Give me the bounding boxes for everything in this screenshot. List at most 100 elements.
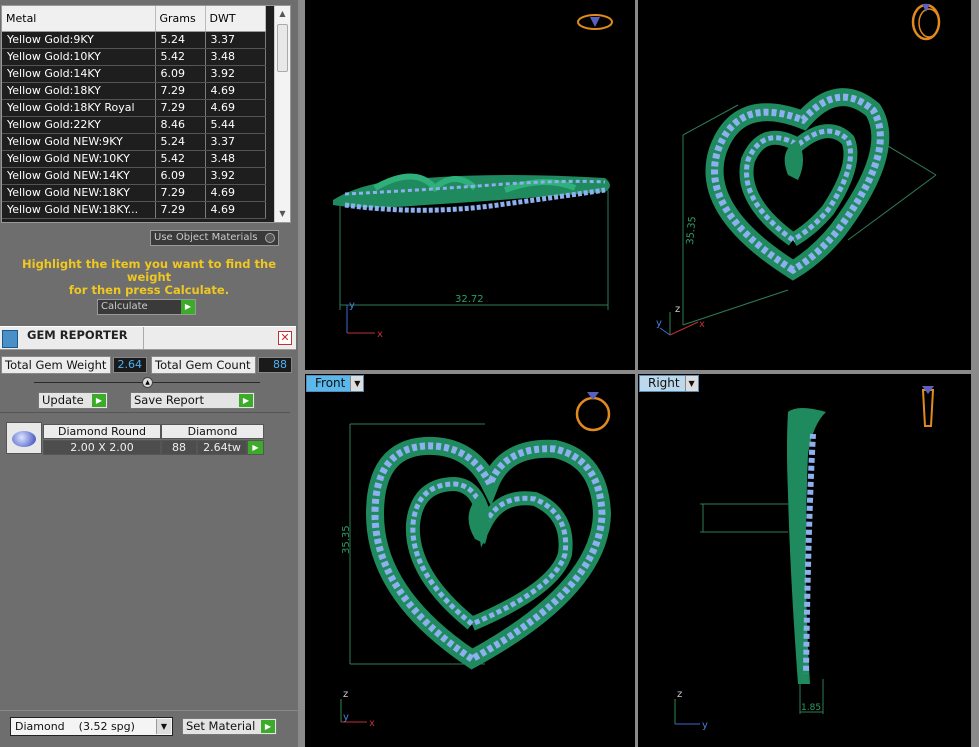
scroll-up-arrow-icon[interactable]: ▲ — [275, 6, 290, 22]
save-report-button[interactable]: Save Report ▶ — [130, 392, 255, 409]
gem-list: Diamond Round Diamond 2.00 X 2.00 88 2.6… — [0, 412, 290, 710]
header-divider — [143, 327, 144, 349]
metal-name-cell: Yellow Gold:18KY — [2, 82, 156, 100]
dwt-cell: 3.37 — [205, 31, 266, 49]
use-object-materials-toggle[interactable]: Use Object Materials — [150, 230, 279, 246]
view-label: Right — [648, 376, 680, 390]
grams-cell: 7.29 — [155, 99, 206, 117]
grams-cell: 7.29 — [155, 184, 206, 202]
view-label: Front — [315, 376, 346, 390]
table-row[interactable]: Yellow Gold:22KY 8.46 5.44 — [2, 116, 266, 134]
dwt-cell: 4.69 — [205, 201, 266, 219]
view-selector-right[interactable]: Right ▼ — [639, 375, 699, 392]
metal-name-cell: Yellow Gold NEW:9KY — [2, 133, 156, 151]
dimension-label: 1.85 — [801, 703, 821, 713]
total-gem-weight-value: 2.64 — [113, 357, 147, 373]
perspective-canvas: 35.35 z y x — [656, 3, 941, 336]
play-icon: ▶ — [92, 394, 106, 407]
table-scrollbar[interactable]: ▲ ▼ — [274, 6, 290, 222]
column-header-dwt[interactable]: DWT — [205, 6, 266, 32]
use-object-materials-label: Use Object Materials — [154, 232, 258, 243]
play-icon: ▶ — [261, 720, 275, 733]
column-header-grams[interactable]: Grams — [155, 6, 206, 32]
table-row[interactable]: Yellow Gold NEW:9KY 5.24 3.37 — [2, 133, 266, 151]
table-row[interactable]: Yellow Gold:14KY 6.09 3.92 — [2, 65, 266, 83]
dwt-cell: 5.44 — [205, 116, 266, 134]
instructions-text: Highlight the item you want to find the … — [0, 258, 298, 297]
dwt-cell: 3.48 — [205, 150, 266, 168]
axis-y-label: y — [343, 712, 349, 723]
ring-thumbnail-icon — [921, 386, 935, 427]
ring-thumbnail-icon — [575, 392, 611, 432]
grams-cell: 5.42 — [155, 150, 206, 168]
dwt-cell: 3.48 — [205, 48, 266, 66]
table-row[interactable]: Yellow Gold NEW:14KY 6.09 3.92 — [2, 167, 266, 185]
gem-weight: 2.64tw — [197, 440, 247, 455]
axis-triad-icon — [674, 699, 700, 725]
axis-x-label: x — [377, 329, 383, 340]
dwt-cell: 4.69 — [205, 82, 266, 100]
metal-name-cell: Yellow Gold:10KY — [2, 48, 156, 66]
axis-x-label: x — [369, 718, 375, 729]
viewport-area: 32.72 y x 35.35 z y x 35.35 z y x Front … — [298, 0, 979, 747]
material-select-spg: (3.52 spg) — [78, 720, 135, 733]
viewport-front[interactable]: 35.35 z y x Front ▼ — [305, 374, 635, 747]
dwt-cell: 3.92 — [205, 65, 266, 83]
save-report-label: Save Report — [134, 393, 205, 407]
play-icon[interactable]: ▶ — [247, 440, 264, 455]
table-row[interactable]: Yellow Gold NEW:18KY... 7.29 4.69 — [2, 201, 266, 219]
dwt-cell: 3.92 — [205, 167, 266, 185]
top-view-canvas: 32.72 y x — [333, 14, 613, 340]
set-material-button[interactable]: Set Material ▶ — [182, 718, 277, 735]
material-select[interactable]: Diamond (3.52 spg) ▼ — [10, 717, 173, 736]
grams-cell: 6.09 — [155, 167, 206, 185]
grams-cell: 6.09 — [155, 65, 206, 83]
radio-icon — [265, 233, 275, 243]
update-button[interactable]: Update ▶ — [38, 392, 108, 409]
metal-name-cell: Yellow Gold NEW:10KY — [2, 150, 156, 168]
play-icon: ▶ — [239, 394, 253, 407]
metal-name-cell: Yellow Gold NEW:18KY — [2, 184, 156, 202]
metal-weight-table: Metal Grams DWT Yellow Gold:9KY 5.24 3.37 Y… — [1, 5, 291, 223]
metal-name-cell: Yellow Gold NEW:14KY — [2, 167, 156, 185]
dimension-label: 32.72 — [455, 294, 484, 305]
front-view-canvas: 35.35 z y x — [340, 392, 612, 729]
table-row[interactable]: Yellow Gold:10KY 5.42 3.48 — [2, 48, 266, 66]
viewport-top[interactable]: 32.72 y x — [305, 0, 635, 370]
dwt-cell: 3.37 — [205, 133, 266, 151]
view-selector-front[interactable]: Front ▼ — [306, 375, 365, 392]
instructions-line-1: Highlight the item you want to find the … — [22, 257, 276, 284]
grams-cell: 5.42 — [155, 48, 206, 66]
splitter-handle[interactable]: ▲ — [142, 377, 153, 388]
column-header-metal[interactable]: Metal — [2, 6, 156, 32]
scroll-thumb[interactable] — [277, 24, 288, 72]
dimension-label: 35.35 — [685, 216, 698, 245]
chevron-down-icon[interactable]: ▼ — [350, 376, 364, 391]
table-row[interactable]: Yellow Gold:9KY 5.24 3.37 — [2, 31, 266, 49]
table-row[interactable]: Yellow Gold NEW:18KY 7.29 4.69 — [2, 184, 266, 202]
material-bar: Diamond (3.52 spg) ▼ Set Material ▶ — [0, 710, 298, 747]
table-row[interactable]: Yellow Gold:18KY Royal 7.29 4.69 — [2, 99, 266, 117]
axis-z-label: z — [343, 689, 348, 700]
metal-name-cell: Yellow Gold:18KY Royal — [2, 99, 156, 117]
pendant-side-model — [787, 408, 826, 684]
gem-size: 2.00 X 2.00 — [43, 440, 161, 455]
chevron-down-icon[interactable]: ▼ — [156, 719, 171, 734]
axis-y-label: y — [656, 318, 662, 329]
calculate-button[interactable]: Calculate ▶ — [97, 299, 196, 315]
chevron-down-icon[interactable]: ▼ — [684, 376, 698, 391]
viewport-right[interactable]: 1.85 z y Right ▼ — [638, 374, 971, 747]
viewport-perspective[interactable]: 35.35 z y x — [638, 0, 971, 370]
gem-shape: Diamond Round — [43, 424, 161, 439]
table-row[interactable]: Yellow Gold:18KY 7.29 4.69 — [2, 82, 266, 100]
scroll-down-arrow-icon[interactable]: ▼ — [275, 206, 290, 222]
grams-cell: 7.29 — [155, 82, 206, 100]
grams-cell: 5.24 — [155, 31, 206, 49]
close-icon[interactable]: ✕ — [278, 331, 292, 345]
total-gem-count-value: 88 — [258, 357, 292, 373]
list-item[interactable]: Diamond Round Diamond 2.00 X 2.00 88 2.6… — [6, 418, 264, 455]
grams-cell: 8.46 — [155, 116, 206, 134]
table-row[interactable]: Yellow Gold NEW:10KY 5.42 3.48 — [2, 150, 266, 168]
heart-pendant-model — [705, 88, 890, 281]
grams-cell: 5.24 — [155, 133, 206, 151]
